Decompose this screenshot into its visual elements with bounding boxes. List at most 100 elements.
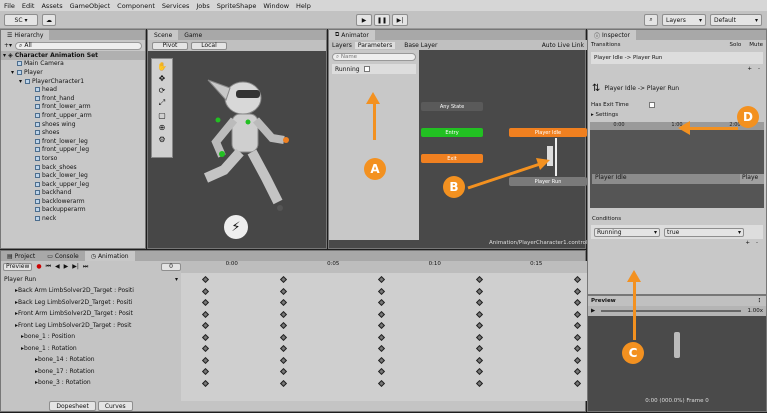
layers-tab[interactable]: Layers bbox=[329, 42, 355, 49]
hierarchy-item[interactable]: front_upper_arm bbox=[1, 111, 145, 120]
tab-hierarchy[interactable]: ☰ Hierarchy bbox=[1, 30, 50, 40]
keyframe[interactable] bbox=[573, 356, 582, 364]
keyframe[interactable] bbox=[475, 344, 484, 353]
hierarchy-item[interactable]: head bbox=[1, 85, 145, 94]
parameter-search-input[interactable]: ⌕ Name bbox=[332, 53, 416, 61]
condition-parameter-dropdown[interactable]: Running ▾ bbox=[594, 227, 660, 237]
keyframe[interactable] bbox=[475, 310, 484, 318]
keyframe[interactable] bbox=[377, 321, 386, 330]
any-state-node[interactable]: Any State bbox=[421, 102, 483, 111]
play-animation-button[interactable]: ▶ bbox=[64, 263, 69, 270]
custom-tool-icon[interactable]: ⚙ bbox=[158, 135, 165, 144]
hierarchy-item[interactable]: back_lower_leg bbox=[1, 171, 145, 180]
layers-dropdown[interactable]: Layers ▾ bbox=[662, 14, 706, 26]
keyframe[interactable] bbox=[377, 367, 386, 376]
keyframe[interactable] bbox=[573, 298, 582, 307]
step-button[interactable]: ▶| bbox=[392, 14, 408, 26]
tab-animation[interactable]: ◷ Animation bbox=[84, 251, 135, 261]
property-row[interactable]: ▸ bone_3 : Rotation bbox=[1, 377, 181, 389]
tab-inspector[interactable]: ⓘ Inspector bbox=[588, 30, 637, 40]
keyframe[interactable] bbox=[201, 275, 210, 284]
cloud-icon[interactable]: ☁ bbox=[42, 14, 56, 26]
transition-list-item[interactable]: Player Idle -> Player Run bbox=[591, 52, 763, 64]
property-row[interactable]: ▸ Front Arm LimbSolver2D_Target : Posit bbox=[1, 308, 181, 320]
keyframe[interactable] bbox=[573, 367, 582, 376]
local-dropdown[interactable]: Local bbox=[191, 41, 227, 50]
menu-item[interactable]: File bbox=[4, 2, 15, 10]
tab-console[interactable]: ▭ Console bbox=[41, 251, 85, 261]
parameter-checkbox[interactable] bbox=[363, 66, 370, 72]
keyframe[interactable] bbox=[475, 298, 484, 307]
tab-game[interactable]: Game bbox=[178, 30, 208, 40]
hierarchy-item[interactable]: front_upper_leg bbox=[1, 146, 145, 155]
keyframe[interactable] bbox=[377, 298, 386, 307]
hierarchy-item[interactable]: back_upper_leg bbox=[1, 180, 145, 189]
hierarchy-item[interactable]: ▾ PlayerCharacter1 bbox=[1, 77, 145, 86]
scene-row[interactable]: ▾ ◈ Character Animation Set bbox=[1, 51, 145, 60]
prev-frame-button[interactable]: ◀ bbox=[55, 263, 60, 270]
tab-project[interactable]: ▤ Project bbox=[1, 251, 41, 261]
keyframe[interactable] bbox=[475, 379, 484, 387]
clip-dropdown[interactable]: Player Run ▾ bbox=[1, 273, 181, 285]
keyframe[interactable] bbox=[279, 333, 288, 341]
transform-tool-icon[interactable]: ⊕ bbox=[159, 123, 166, 132]
player-idle-node[interactable]: Player Idle bbox=[509, 128, 587, 137]
account-dropdown[interactable]: SC ▾ bbox=[4, 14, 38, 26]
scale-tool-icon[interactable]: ⤢ bbox=[159, 98, 165, 108]
property-row[interactable]: ▸ Back Leg LimbSolver2D_Target : Positi bbox=[1, 297, 181, 309]
hierarchy-search-input[interactable]: ⌕ All bbox=[15, 41, 142, 50]
menu-item[interactable]: Services bbox=[162, 2, 189, 10]
property-row[interactable]: ▸ Front Leg LimbSolver2D_Target : Posit bbox=[1, 320, 181, 332]
keyframe[interactable] bbox=[279, 275, 288, 284]
menu-item[interactable]: SpriteShape bbox=[217, 2, 257, 10]
menu-item[interactable]: Help bbox=[296, 2, 311, 10]
pause-button[interactable]: ❚❚ bbox=[374, 14, 390, 26]
layout-dropdown[interactable]: Default ▾ bbox=[710, 14, 762, 26]
dopesheet-area[interactable] bbox=[181, 273, 587, 401]
keyframe[interactable] bbox=[201, 367, 210, 376]
tab-animator[interactable]: ⧉ Animator bbox=[329, 30, 375, 40]
hierarchy-item[interactable]: shoes wing bbox=[1, 120, 145, 129]
keyframe[interactable] bbox=[279, 310, 288, 318]
menu-item[interactable]: Edit bbox=[22, 2, 35, 10]
add-condition-button[interactable]: + bbox=[745, 240, 750, 250]
hierarchy-item[interactable]: shoes bbox=[1, 128, 145, 137]
keyframe[interactable] bbox=[377, 333, 386, 341]
property-row[interactable]: ▸ bone_14 : Rotation bbox=[1, 354, 181, 366]
hierarchy-item[interactable]: front_hand bbox=[1, 94, 145, 103]
frame-field[interactable]: 0 bbox=[161, 262, 181, 271]
preview-speed-slider[interactable] bbox=[601, 310, 742, 312]
keyframe[interactable] bbox=[475, 333, 484, 341]
base-layer-breadcrumb[interactable]: Base Layer bbox=[401, 42, 440, 49]
keyframe[interactable] bbox=[201, 310, 210, 318]
next-frame-button[interactable]: ▶| bbox=[72, 263, 79, 270]
move-tool-icon[interactable]: ✥ bbox=[159, 74, 166, 83]
time-ruler[interactable]: 0:00 0:05 0:10 0:15 bbox=[181, 261, 587, 273]
menu-item[interactable]: GameObject bbox=[70, 2, 111, 10]
keyframe[interactable] bbox=[201, 333, 210, 341]
keyframe[interactable] bbox=[475, 321, 484, 330]
pivot-dropdown[interactable]: Pivot bbox=[152, 41, 188, 50]
keyframe[interactable] bbox=[377, 287, 386, 295]
rotate-tool-icon[interactable]: ⟳ bbox=[159, 86, 166, 95]
entry-node[interactable]: Entry bbox=[421, 128, 483, 137]
keyframe[interactable] bbox=[201, 356, 210, 364]
hierarchy-item[interactable]: front_lower_leg bbox=[1, 137, 145, 146]
property-row[interactable]: ▸ Back Arm LimbSolver2D_Target : Positi bbox=[1, 285, 181, 297]
keyframe[interactable] bbox=[201, 287, 210, 295]
hierarchy-item[interactable]: backlowerarm bbox=[1, 197, 145, 206]
keyframe[interactable] bbox=[475, 367, 484, 376]
preview-play-button[interactable]: ▶ bbox=[591, 308, 595, 314]
preview-options-icon[interactable]: ⋮ bbox=[757, 298, 767, 304]
keyframe[interactable] bbox=[279, 287, 288, 295]
keyframe[interactable] bbox=[279, 356, 288, 364]
hierarchy-item[interactable]: torso bbox=[1, 154, 145, 163]
player-character-sprite[interactable] bbox=[188, 60, 308, 220]
hierarchy-item[interactable]: neck bbox=[1, 214, 145, 223]
keyframe[interactable] bbox=[377, 275, 386, 284]
keyframe[interactable] bbox=[475, 287, 484, 295]
keyframe[interactable] bbox=[573, 333, 582, 341]
keyframe[interactable] bbox=[377, 310, 386, 318]
has-exit-time-checkbox[interactable] bbox=[648, 102, 655, 108]
keyframe[interactable] bbox=[279, 321, 288, 330]
